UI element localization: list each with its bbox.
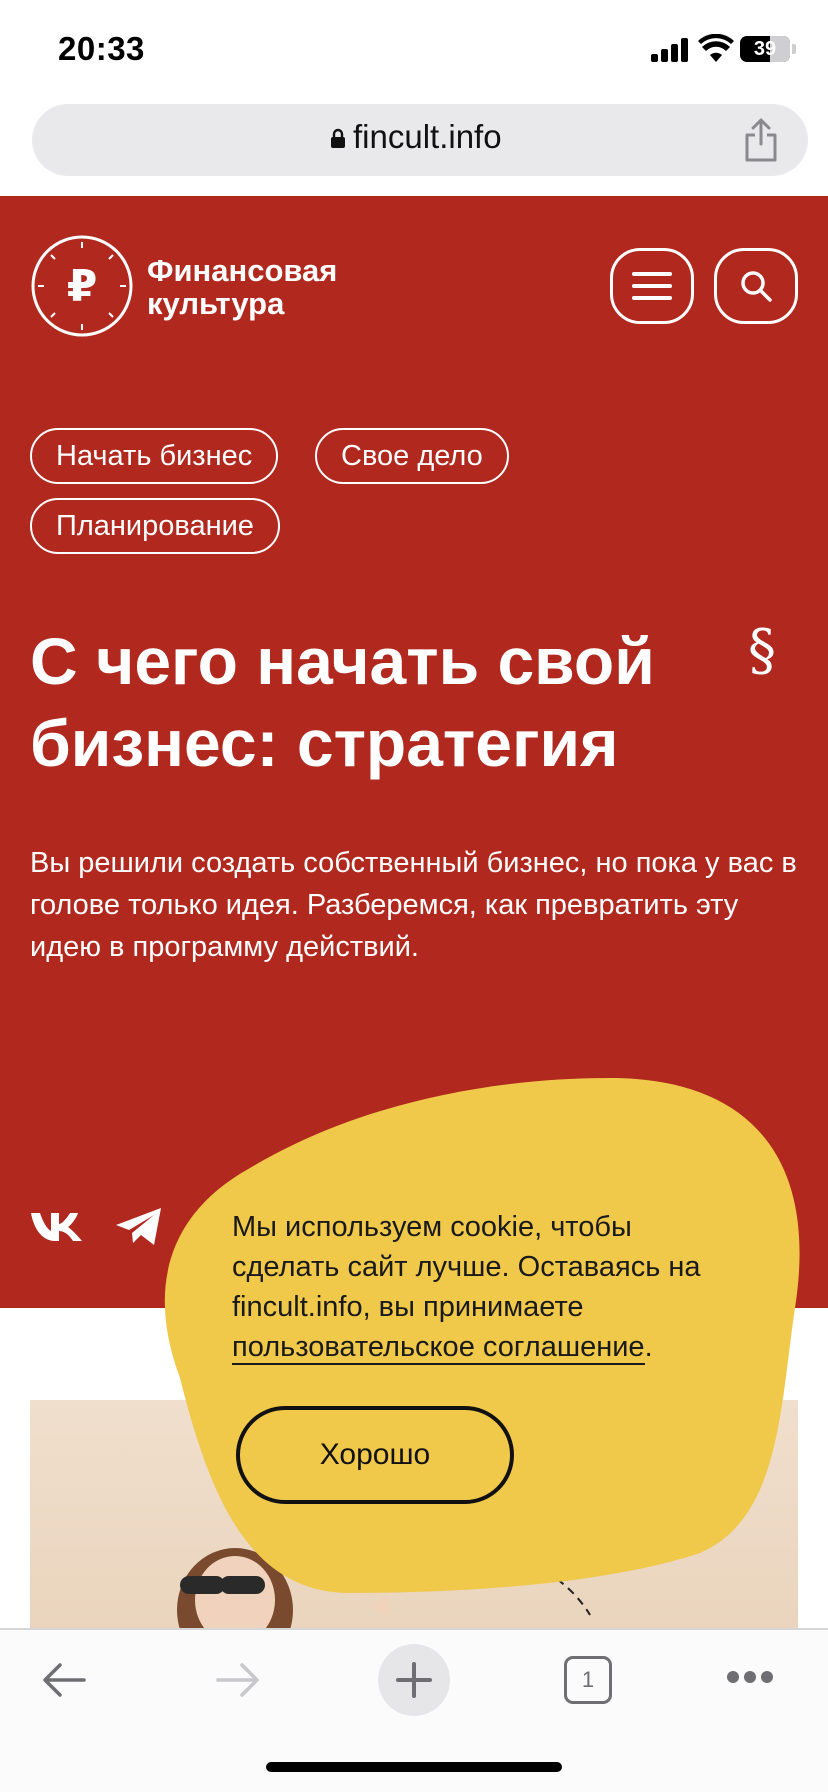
article-lead: Вы решили создать собственный бизнес, но…	[30, 847, 797, 963]
cookie-text-main: Мы используем cookie, чтобы сделать сайт…	[232, 1211, 701, 1323]
article-title: С чего начать свой бизнес: стратегия	[30, 624, 655, 780]
logo-line-2: культура	[147, 286, 285, 321]
url-text[interactable]: fincult.info	[353, 118, 502, 156]
svg-text:₽: ₽	[67, 261, 98, 312]
search-button[interactable]	[714, 248, 798, 324]
logo-line-1: Финансовая	[147, 253, 338, 288]
forward-arrow-icon[interactable]	[214, 1662, 262, 1698]
cookie-accept-button[interactable]: Хорошо	[236, 1406, 514, 1504]
share-icon[interactable]	[743, 118, 779, 162]
battery-level: 39	[753, 38, 777, 60]
menu-button[interactable]	[610, 248, 694, 324]
status-bar: 20:33 39	[0, 0, 828, 100]
tag-start-business[interactable]: Начать бизнес	[30, 428, 279, 484]
ruble-logo-icon[interactable]: ₽	[30, 234, 134, 338]
battery-icon: 39	[740, 36, 790, 62]
new-tab-plus-icon[interactable]	[378, 1644, 450, 1716]
site-logo-text[interactable]: Финансовая культура	[147, 254, 337, 320]
battery-tip	[792, 44, 796, 54]
status-time: 20:33	[58, 30, 145, 67]
cookie-text-end: .	[644, 1331, 653, 1363]
section-sign-icon[interactable]: §	[748, 618, 776, 683]
vk-icon[interactable]	[30, 1210, 86, 1244]
tag-planning[interactable]: Планирование	[30, 498, 280, 554]
wifi-icon	[698, 34, 734, 62]
lock-icon	[331, 128, 345, 148]
search-icon	[741, 271, 772, 302]
tabs-count-button[interactable]: 1	[564, 1656, 612, 1704]
more-options-icon[interactable]	[726, 1670, 774, 1684]
home-indicator	[266, 1762, 562, 1772]
user-agreement-link[interactable]: пользовательское соглашение	[232, 1331, 645, 1365]
back-arrow-icon[interactable]	[40, 1662, 88, 1698]
hamburger-icon	[632, 272, 672, 300]
cellular-signal-icon	[651, 38, 691, 62]
cookie-message: Мы используем cookie, чтобы сделать сайт…	[232, 1207, 732, 1367]
tag-own-business[interactable]: Свое дело	[315, 428, 509, 484]
